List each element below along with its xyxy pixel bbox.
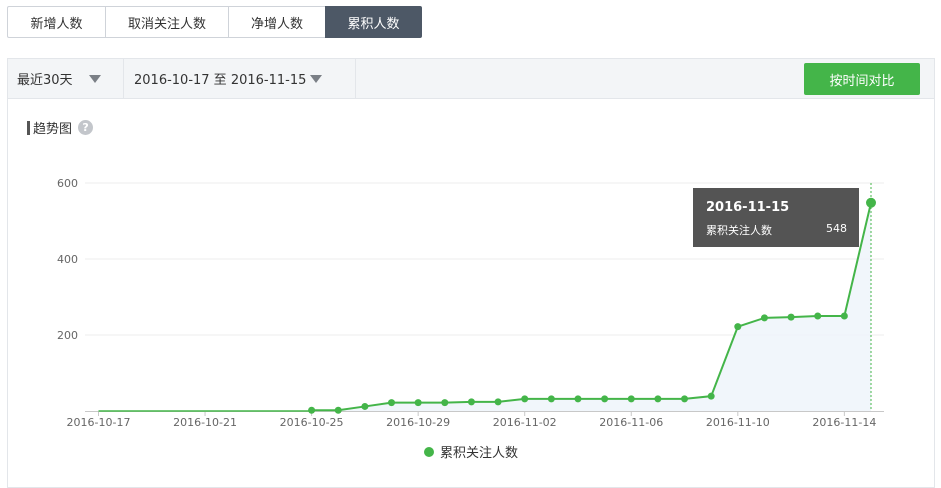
x-tick-label: 2016-10-25	[280, 416, 344, 429]
tooltip-series-label: 累积关注人数	[706, 224, 772, 237]
data-point	[707, 392, 715, 400]
data-point	[734, 323, 742, 331]
data-point	[334, 406, 342, 414]
x-tick-label: 2016-10-17	[67, 416, 131, 429]
data-point	[654, 395, 662, 403]
tooltip-date: 2016-11-15	[706, 200, 790, 215]
data-point	[441, 399, 449, 407]
chart-legend[interactable]: 累积关注人数	[424, 442, 518, 461]
data-point	[308, 406, 316, 414]
data-point	[840, 312, 848, 320]
data-point	[467, 398, 475, 406]
x-tick-label: 2016-11-02	[493, 416, 557, 429]
data-point	[414, 399, 422, 407]
y-tick-label: 200	[57, 329, 78, 342]
tooltip-value: 548	[826, 222, 847, 235]
data-point	[681, 395, 689, 403]
data-point	[601, 395, 609, 403]
y-tick-label: 600	[57, 177, 78, 190]
data-point	[814, 312, 822, 320]
data-point	[361, 402, 369, 410]
chart-tooltip: 2016-11-15 累积关注人数 548	[693, 188, 859, 247]
data-point	[760, 314, 768, 322]
y-tick-label: 400	[57, 253, 78, 266]
data-point	[547, 395, 555, 403]
data-point	[494, 398, 502, 406]
x-tick-label: 2016-11-14	[812, 416, 876, 429]
x-tick-label: 2016-10-29	[386, 416, 450, 429]
data-point	[388, 399, 396, 407]
legend-marker	[424, 446, 434, 457]
x-tick-label: 2016-11-10	[706, 416, 770, 429]
legend-label: 累积关注人数	[440, 446, 519, 461]
x-tick-label: 2016-10-21	[173, 416, 237, 429]
x-tick-label: 2016-11-06	[599, 416, 663, 429]
data-point	[866, 197, 876, 208]
data-point	[787, 313, 795, 321]
data-point	[627, 395, 635, 403]
data-point	[574, 395, 582, 403]
data-point	[521, 395, 529, 403]
